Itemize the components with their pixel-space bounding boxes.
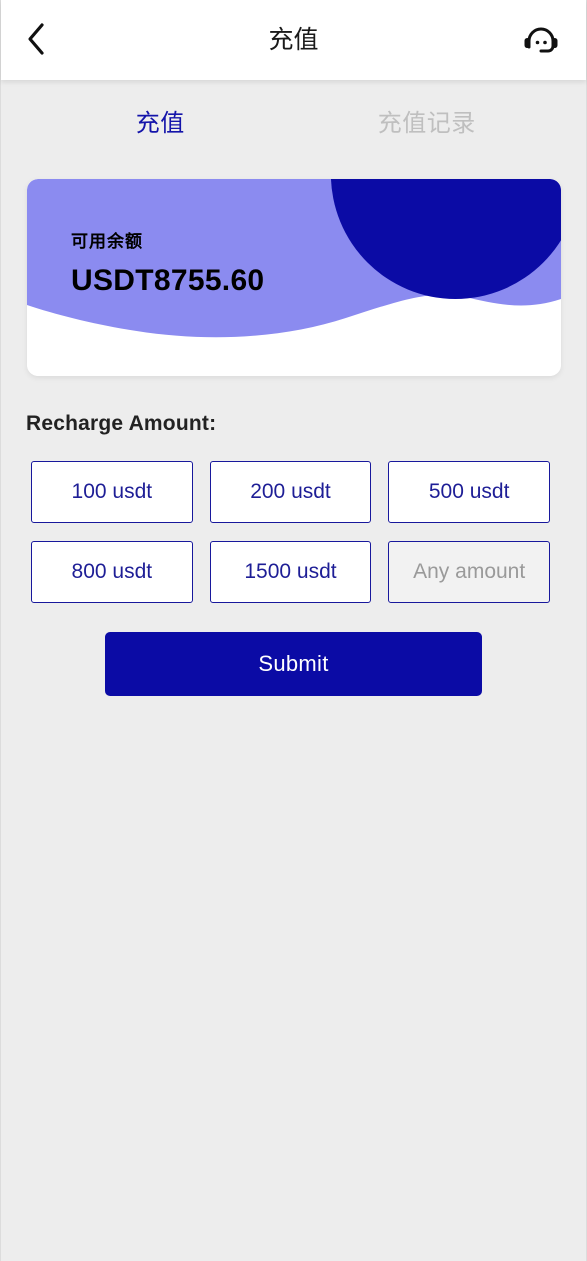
- recharge-tabs: 充值 充值记录: [1, 80, 586, 160]
- tab-recharge[interactable]: 充值: [27, 103, 294, 138]
- recharge-page: 充值 充值 充值记录 可用余额 USDT8755.60 Recharge Amo…: [0, 0, 587, 1261]
- amount-option-200[interactable]: 200 usdt: [209, 461, 372, 523]
- amount-option-500[interactable]: 500 usdt: [388, 461, 550, 523]
- amount-options-grid: 100 usdt 200 usdt 500 usdt 800 usdt 1500…: [1, 436, 586, 603]
- submit-button[interactable]: Submit: [105, 632, 482, 696]
- custom-amount-input[interactable]: [388, 541, 550, 603]
- balance-amount: USDT8755.60: [71, 264, 265, 297]
- customer-service-button[interactable]: [520, 19, 562, 61]
- back-button[interactable]: [25, 18, 69, 62]
- app-header: 充值: [1, 0, 586, 80]
- balance-label: 可用余额: [71, 232, 143, 251]
- customer-service-headset-icon: [521, 19, 561, 62]
- amount-option-800[interactable]: 800 usdt: [31, 541, 193, 603]
- page-title: 充值: [268, 26, 319, 54]
- submit-row: Submit: [1, 603, 586, 696]
- tab-recharge-records[interactable]: 充值记录: [294, 103, 561, 138]
- amount-option-100[interactable]: 100 usdt: [31, 461, 193, 523]
- page-empty-space: [1, 696, 586, 1261]
- recharge-amount-label: Recharge Amount:: [26, 412, 217, 435]
- chevron-left-icon: [25, 22, 47, 59]
- balance-card: 可用余额 USDT8755.60: [27, 179, 561, 376]
- amount-option-1500[interactable]: 1500 usdt: [209, 541, 372, 603]
- balance-text-block: 可用余额 USDT8755.60: [71, 227, 264, 298]
